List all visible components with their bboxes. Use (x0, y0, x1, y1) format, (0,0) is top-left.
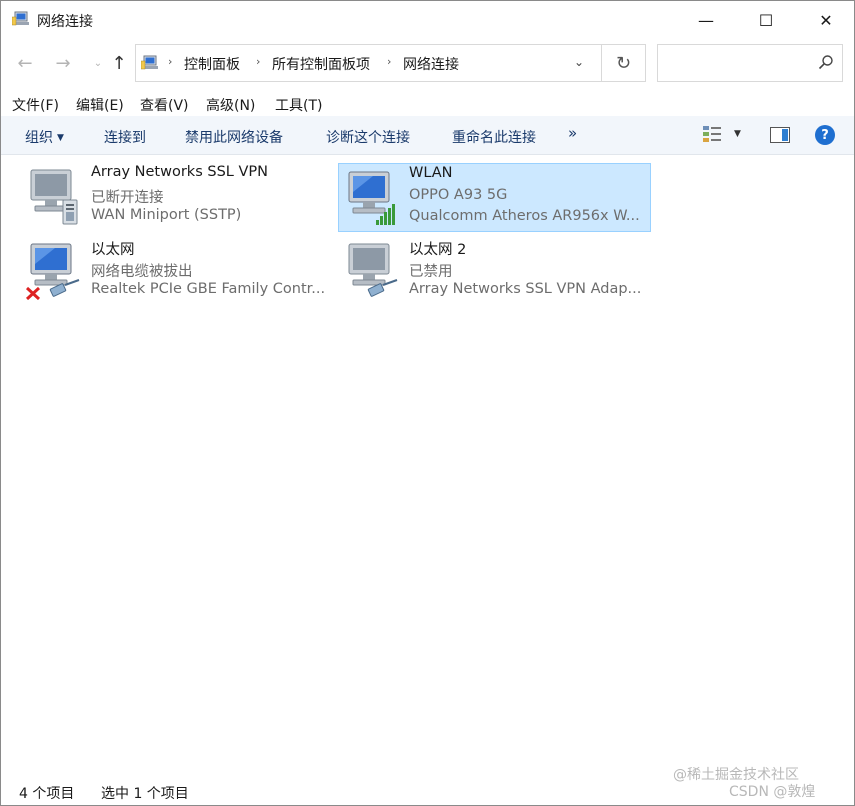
ethernet-unplugged-icon (25, 243, 80, 300)
breadcrumb-network-connections[interactable]: 网络连接 (403, 54, 459, 74)
breadcrumb-all-items[interactable]: 所有控制面板项 (272, 54, 370, 74)
connection-item-ethernet[interactable]: 以太网 网络电缆被拔出 Realtek PCIe GBE Family Cont… (21, 236, 333, 304)
connection-item-vpn[interactable]: Array Networks SSL VPN 已断开连接 WAN Minipor… (21, 162, 333, 230)
close-button[interactable]: ✕ (796, 1, 855, 39)
rename-button[interactable]: 重命名此连接 (452, 127, 536, 147)
connection-item-wlan[interactable]: WLAN OPPO A93 5G Qualcomm Atheros AR956x… (338, 163, 651, 232)
control-panel-icon (141, 55, 158, 70)
item-count: 4 个项目 (19, 786, 75, 802)
window-title: 网络连接 (37, 14, 93, 30)
connections-list: Array Networks SSL VPN 已断开连接 WAN Minipor… (1, 155, 854, 775)
more-commands-button[interactable]: » (568, 124, 577, 142)
menu-edit[interactable]: 编辑(E) (76, 95, 124, 115)
help-icon[interactable]: ? (815, 125, 835, 145)
selection-count: 选中 1 个项目 (101, 786, 189, 802)
ethernet-icon (348, 243, 398, 297)
connection-name: 以太网 2 (409, 242, 467, 258)
connection-item-ethernet-2[interactable]: 以太网 2 已禁用 Array Networks SSL VPN Adap... (339, 236, 651, 304)
breadcrumb-control-panel[interactable]: 控制面板 (184, 54, 240, 74)
menu-advanced[interactable]: 高级(N) (206, 95, 255, 115)
connection-device: Qualcomm Atheros AR956x W... (409, 208, 640, 224)
connection-status: 已禁用 (409, 264, 453, 280)
up-button[interactable]: ↑ (107, 51, 131, 75)
minimize-button[interactable]: — (676, 1, 736, 39)
connection-device: WAN Miniport (SSTP) (91, 207, 242, 223)
explorer-window: 网络连接 — ☐ ✕ ← → ⌄ ↑ › 控制面板 › 所有控制面板项 › 网络… (0, 0, 855, 806)
change-view-icon[interactable] (702, 125, 722, 143)
connection-device: Realtek PCIe GBE Family Contr... (91, 281, 326, 297)
wifi-icon (348, 171, 395, 225)
breadcrumb-separator[interactable]: › (168, 55, 172, 68)
maximize-button[interactable]: ☐ (736, 1, 796, 39)
network-connections-icon (12, 11, 29, 26)
preview-pane-icon[interactable] (770, 127, 790, 143)
breadcrumb-separator[interactable]: › (387, 55, 391, 68)
breadcrumb-separator[interactable]: › (256, 55, 260, 68)
menu-tools[interactable]: 工具(T) (275, 95, 322, 115)
menu-bar: 文件(F) 编辑(E) 查看(V) 高级(N) 工具(T) (1, 92, 854, 116)
connection-status: OPPO A93 5G (409, 187, 508, 203)
dropdown-arrow-icon: ▼ (57, 133, 64, 143)
address-bar[interactable]: › 控制面板 › 所有控制面板项 › 网络连接 ⌄ (135, 44, 602, 82)
address-dropdown-icon[interactable]: ⌄ (574, 55, 584, 69)
menu-view[interactable]: 查看(V) (140, 95, 189, 115)
forward-button[interactable]: → (51, 51, 75, 75)
connection-name: Array Networks SSL VPN (91, 164, 268, 180)
organize-button[interactable]: 组织 ▼ (25, 127, 64, 147)
view-dropdown-icon[interactable]: ▼ (734, 129, 741, 139)
connect-button[interactable]: 连接到 (104, 127, 146, 147)
disable-device-button[interactable]: 禁用此网络设备 (185, 127, 283, 147)
back-button[interactable]: ← (13, 51, 37, 75)
organize-label: 组织 (25, 130, 53, 146)
menu-file[interactable]: 文件(F) (12, 95, 59, 115)
connection-device: Array Networks SSL VPN Adap... (409, 281, 642, 297)
diagnose-button[interactable]: 诊断这个连接 (326, 127, 410, 147)
connection-status: 网络电缆被拔出 (91, 264, 193, 280)
connection-name: WLAN (409, 165, 453, 181)
connection-status: 已断开连接 (91, 190, 164, 206)
search-input[interactable] (657, 44, 843, 82)
connection-name: 以太网 (91, 242, 135, 258)
vpn-icon (30, 169, 78, 225)
refresh-button[interactable]: ↻ (602, 44, 646, 82)
search-icon[interactable] (818, 54, 834, 74)
command-bar: 组织 ▼ 连接到 禁用此网络设备 诊断这个连接 重命名此连接 » (1, 116, 854, 155)
title-bar: 网络连接 — ☐ ✕ (1, 1, 854, 39)
watermark-csdn: CSDN @敦煌 (729, 784, 816, 800)
